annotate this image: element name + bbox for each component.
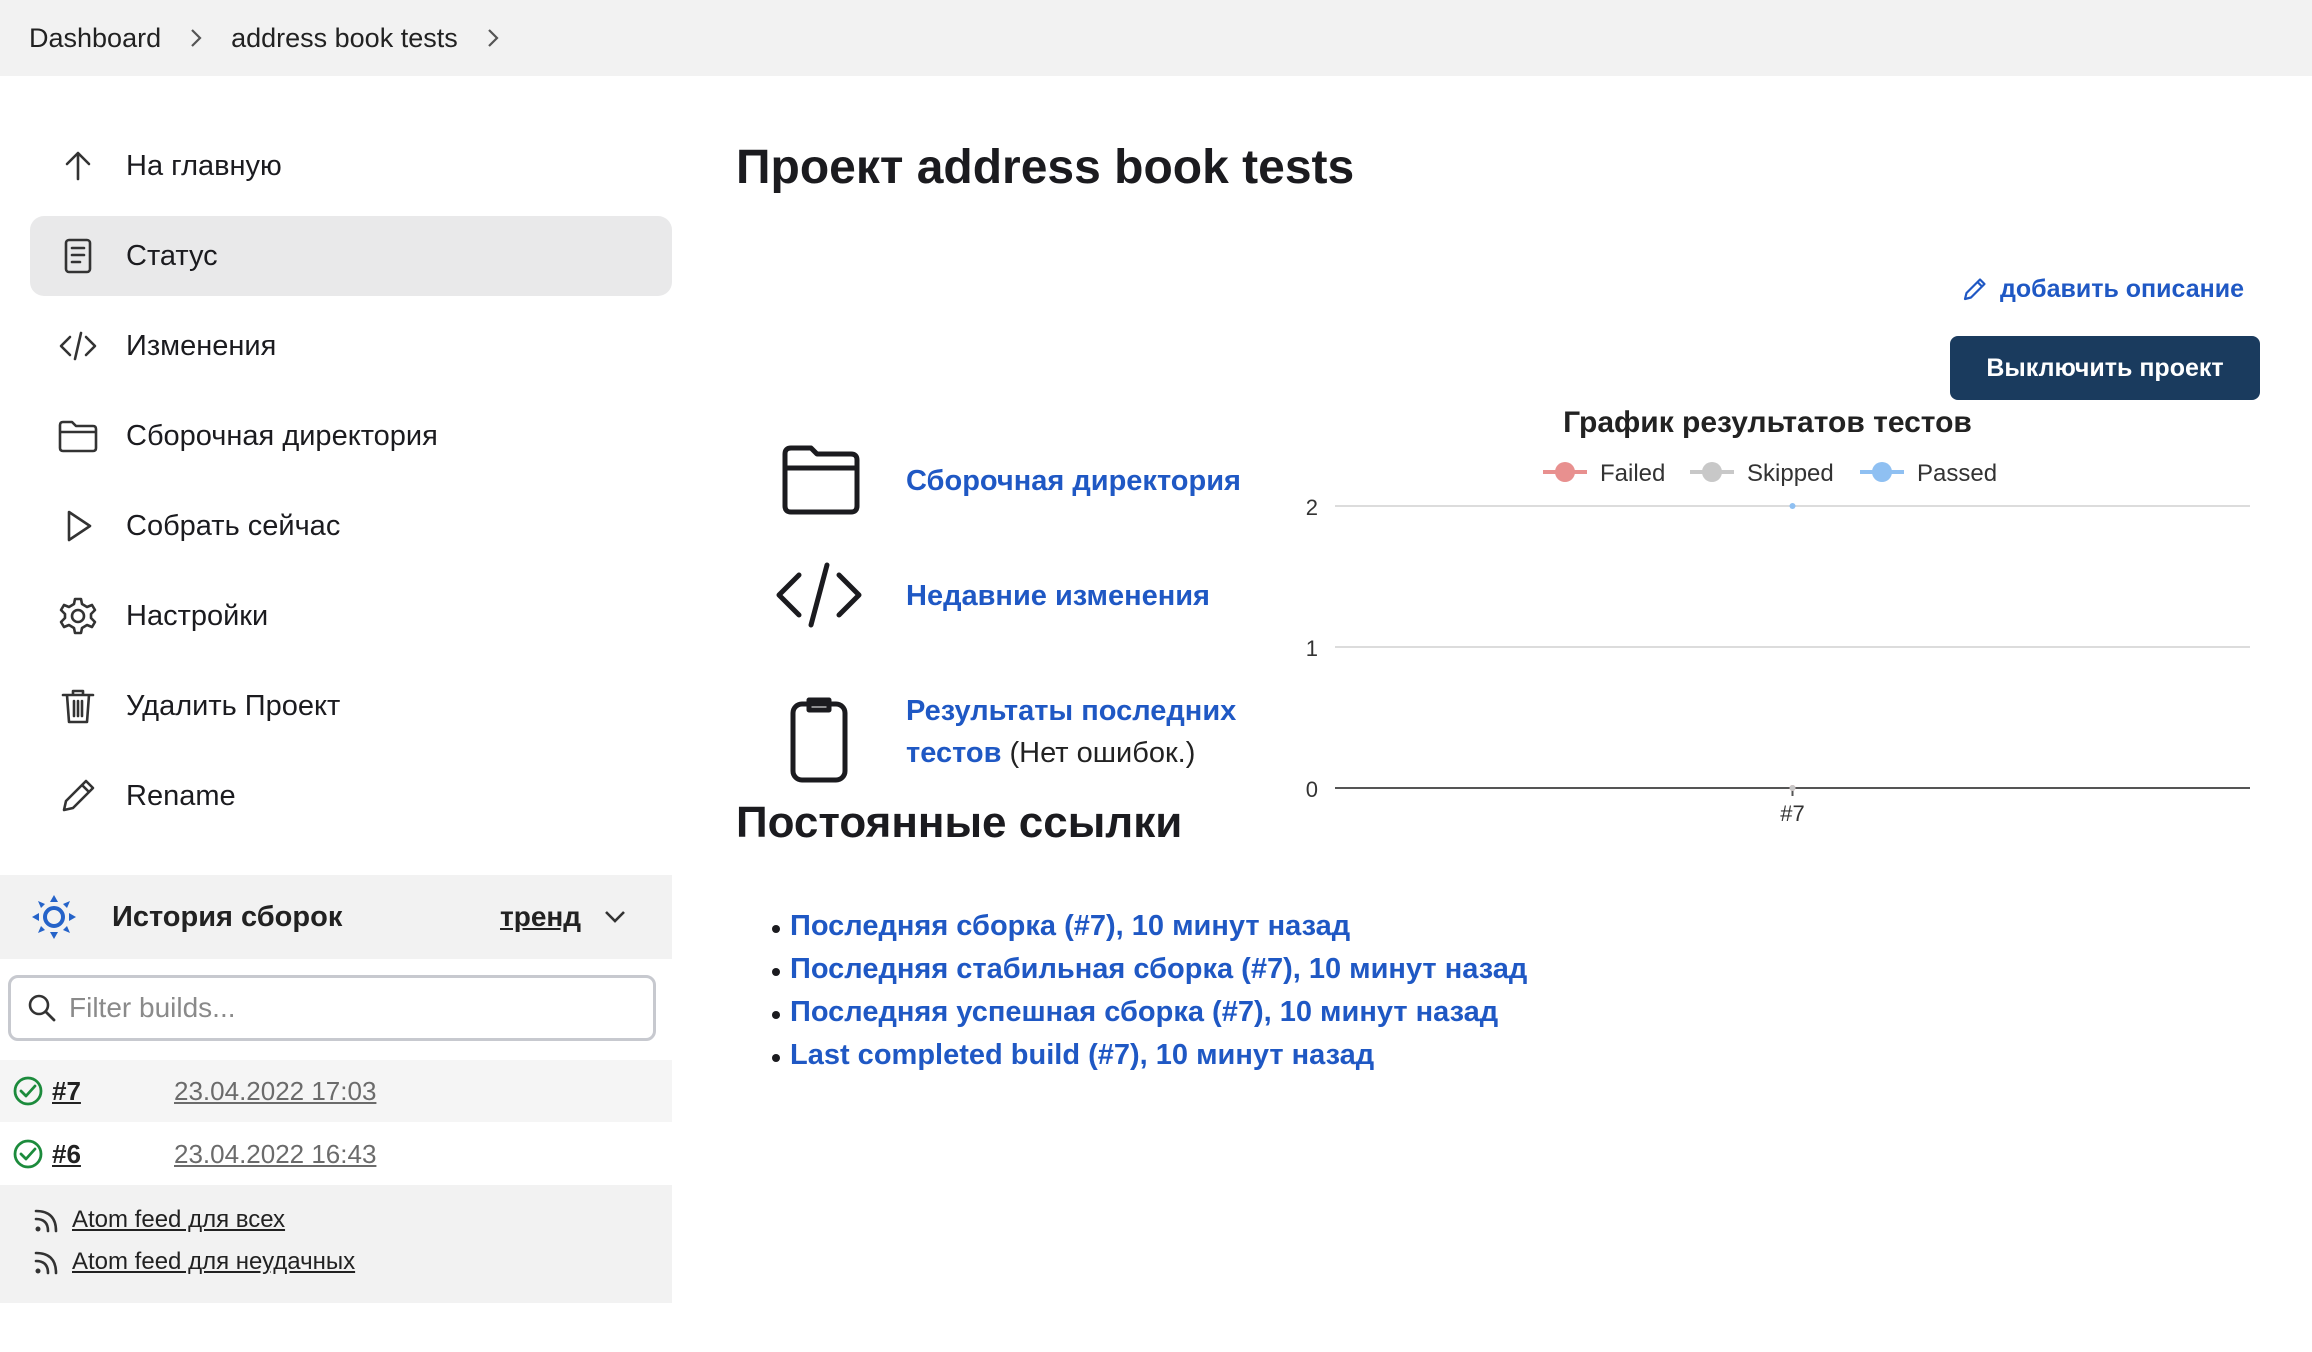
pencil-icon (30, 775, 126, 817)
search-icon (28, 994, 56, 1022)
rss-icon (34, 1251, 58, 1275)
trend-link[interactable]: тренд (500, 901, 581, 933)
sidebar-item-label: Удалить Проект (126, 689, 341, 722)
legend-label-failed: Failed (1600, 460, 1665, 487)
x-tick-label: #7 (1780, 801, 1804, 826)
sidebar-item-label: Сборочная директория (126, 419, 438, 452)
changes-link-block: Недавние изменения (760, 545, 1210, 645)
filter-builds-input[interactable] (69, 992, 629, 1024)
trash-icon (30, 685, 126, 727)
sidebar-item-build-now[interactable]: Собрать сейчас (30, 486, 672, 566)
code-icon (30, 325, 126, 367)
arrow-up-icon (30, 145, 126, 187)
build-date-link[interactable]: 23.04.2022 17:03 (174, 1076, 376, 1107)
workspace-link-text: Сборочная директория (906, 460, 1266, 502)
sidebar-item-changes[interactable]: Изменения (30, 306, 672, 386)
add-description-link[interactable]: добавить описание (1960, 274, 2244, 304)
sidebar-item-settings[interactable]: Настройки (30, 576, 672, 656)
legend-label-skipped: Skipped (1747, 460, 1834, 487)
sidebar-item-label: Настройки (126, 599, 269, 632)
workspace-link-block: Сборочная директория (760, 430, 1241, 530)
permalinks-title: Постоянные ссылки (736, 798, 1183, 847)
atom-feed-failed-label[interactable]: Atom feed для неудачных (72, 1248, 355, 1276)
sidebar-item-label: Изменения (126, 329, 277, 362)
breadcrumb-dashboard[interactable]: Dashboard (29, 23, 161, 54)
chevron-down-icon[interactable] (603, 908, 627, 926)
test-results-chart: График результатов тестов Failed Skipped P… (1290, 400, 2280, 840)
workspace-link[interactable]: Сборочная директория (906, 465, 1241, 497)
build-number-link[interactable]: #6 (52, 1139, 81, 1170)
breadcrumb-project[interactable]: address book tests (231, 23, 458, 54)
build-row[interactable]: #7 23.04.2022 17:03 (0, 1060, 672, 1122)
permalink-last-completed[interactable]: Last completed build (#7), 10 минут наза… (771, 1039, 1527, 1082)
atom-feeds: Atom feed для всех Atom feed для неудачн… (0, 1185, 672, 1303)
clipboard-icon (760, 690, 878, 790)
build-history-panel: История сборок тренд #7 23.04.2022 17:03… (0, 875, 672, 1303)
permalink-last-successful[interactable]: Последняя успешная сборка (#7), 10 минут… (771, 996, 1527, 1039)
atom-feed-failed-link[interactable]: Atom feed для неудачных (32, 1247, 355, 1277)
y-tick-label: 0 (1306, 777, 1318, 802)
pencil-icon (1963, 278, 1986, 301)
test-results-note: (Нет ошибок.) (1009, 737, 1196, 769)
breadcrumb: Dashboard address book tests (0, 0, 2312, 76)
permalink-last-build[interactable]: Последняя сборка (#7), 10 минут назад (771, 910, 1527, 953)
sidebar-item-workspace[interactable]: Сборочная директория (30, 396, 672, 476)
sidebar-item-label: Rename (126, 779, 236, 812)
sidebar-item-delete[interactable]: Удалить Проект (30, 666, 672, 746)
data-point-skipped (1789, 785, 1796, 791)
add-description-label[interactable]: добавить описание (2000, 275, 2244, 304)
changes-link-text: Недавние изменения (906, 575, 1266, 617)
build-history-title: История сборок (112, 900, 343, 933)
disable-project-button[interactable]: Выключить проект (1950, 336, 2260, 400)
success-check-icon (13, 1076, 43, 1106)
sidebar-item-label: На главную (126, 149, 282, 182)
filter-builds-field[interactable] (8, 975, 656, 1041)
sidebar-item-label: Статус (126, 239, 218, 272)
play-icon (30, 505, 126, 547)
atom-feed-all-link[interactable]: Atom feed для всех (32, 1205, 285, 1235)
build-history-header: История сборок тренд (0, 875, 672, 959)
sidebar-item-label: Собрать сейчас (126, 509, 341, 542)
document-icon (30, 235, 126, 277)
success-check-icon (13, 1139, 43, 1169)
y-tick-label: 1 (1306, 636, 1318, 661)
chevron-right-icon[interactable] (458, 27, 528, 49)
legend-marker-failed (1555, 462, 1575, 482)
build-number-link[interactable]: #7 (52, 1076, 81, 1107)
build-row[interactable]: #6 23.04.2022 16:43 (0, 1123, 672, 1185)
build-date-link[interactable]: 23.04.2022 16:43 (174, 1139, 376, 1170)
code-icon (760, 545, 878, 645)
chevron-right-icon (161, 27, 231, 49)
data-point-passed (1789, 503, 1796, 509)
rss-icon (34, 1209, 58, 1233)
chart-canvas: Failed Skipped Passed 0 1 2 #7 (1306, 460, 2250, 826)
y-tick-label: 2 (1306, 495, 1318, 520)
legend-marker-passed (1872, 462, 1892, 482)
changes-link[interactable]: Недавние изменения (906, 580, 1210, 612)
test-results-link-block: Результаты последних тестов (Нет ошибок.… (760, 690, 1236, 790)
gear-icon (30, 595, 126, 637)
legend-label-passed: Passed (1917, 460, 1997, 487)
folder-icon (30, 415, 126, 457)
page-title: Проект address book tests (736, 141, 1355, 194)
permalinks-list: Последняя сборка (#7), 10 минут назад По… (771, 910, 1527, 1082)
folder-icon (760, 430, 878, 530)
sidebar-item-home[interactable]: На главную (30, 126, 672, 206)
build-history-icon (32, 895, 76, 939)
sidebar-item-status[interactable]: Статус (30, 216, 672, 296)
legend-marker-skipped (1702, 462, 1722, 482)
atom-feed-all-label[interactable]: Atom feed для всех (72, 1206, 285, 1234)
sidebar-item-rename[interactable]: Rename (30, 756, 672, 836)
test-results-link-text: Результаты последних тестов (Нет ошибок.… (906, 690, 1266, 774)
permalink-last-stable[interactable]: Последняя стабильная сборка (#7), 10 мин… (771, 953, 1527, 996)
